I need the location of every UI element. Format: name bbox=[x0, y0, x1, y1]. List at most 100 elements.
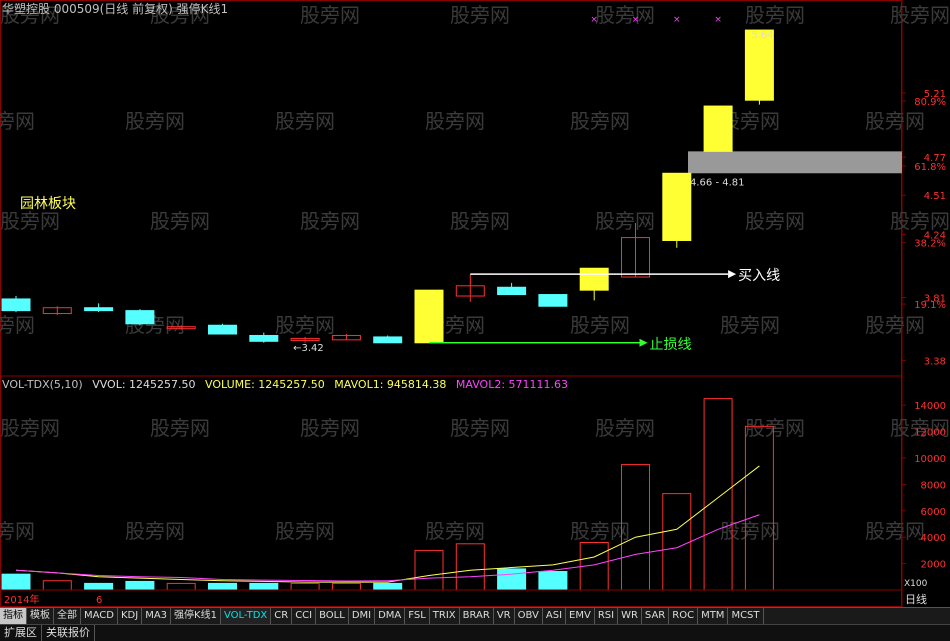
tab-rsi[interactable]: RSI bbox=[595, 608, 619, 624]
tab-ma3[interactable]: MA3 bbox=[142, 608, 172, 624]
tab-cci[interactable]: CCI bbox=[292, 608, 317, 624]
watermark-text: 股旁网 bbox=[425, 519, 485, 543]
watermark-text: 股旁网 bbox=[450, 3, 510, 27]
watermark-text: 股旁网 bbox=[125, 109, 185, 133]
mavol2-value: MAVOL2: 571111.63 bbox=[455, 378, 569, 391]
watermark-text: 股旁网 bbox=[150, 209, 210, 233]
volume-axis-label: 8000 bbox=[921, 480, 946, 491]
volume-axis-label: 14000 bbox=[914, 401, 946, 412]
tab-k-1[interactable]: 强停K线1 bbox=[171, 608, 221, 624]
year-label: 2014年 bbox=[4, 593, 39, 606]
expand-area-button[interactable]: 扩展区 bbox=[0, 625, 42, 641]
watermark-text: 股旁网 bbox=[865, 519, 925, 543]
tab-kdj[interactable]: KDJ bbox=[118, 608, 143, 624]
period-label[interactable]: 日线 bbox=[905, 591, 950, 606]
watermark-text: 股旁网 bbox=[0, 416, 60, 440]
tab-wr[interactable]: WR bbox=[618, 608, 642, 624]
watermark-text: 股旁网 bbox=[275, 313, 335, 337]
watermark-text: 股旁网 bbox=[300, 209, 360, 233]
watermark-text: 股旁网 bbox=[150, 416, 210, 440]
volume-bar bbox=[290, 582, 320, 591]
volume-bar bbox=[538, 571, 568, 591]
watermark-text: 股旁网 bbox=[0, 313, 35, 337]
tab-cr[interactable]: CR bbox=[271, 608, 293, 624]
watermark-text: 股旁网 bbox=[125, 519, 185, 543]
tab-mcst[interactable]: MCST bbox=[728, 608, 764, 624]
watermark-text: 股旁网 bbox=[450, 416, 510, 440]
volume-bar bbox=[1, 573, 31, 591]
watermark-text: 股旁网 bbox=[0, 109, 35, 133]
price-axis-label: 4.51 bbox=[924, 191, 946, 202]
volume-bar bbox=[166, 582, 196, 591]
chart-title: 华塑控股 000509(日线 前复权) 强停K线1 bbox=[2, 2, 229, 16]
watermark-text: 股旁网 bbox=[595, 209, 655, 233]
volume-bar bbox=[125, 580, 155, 591]
sector-label: 园林板块 bbox=[20, 196, 76, 212]
candle-body bbox=[703, 105, 733, 152]
watermark-text: 股旁网 bbox=[0, 209, 60, 233]
candle-body bbox=[1, 298, 31, 312]
candle-body bbox=[373, 336, 403, 344]
volume-bar bbox=[42, 580, 72, 591]
candle-body bbox=[84, 307, 114, 312]
candle-body bbox=[249, 334, 279, 342]
tab-macd[interactable]: MACD bbox=[81, 608, 118, 624]
related-quotes-button[interactable]: 关联报价 bbox=[42, 625, 95, 641]
price-axis-label: 19.1% bbox=[914, 300, 946, 311]
volume-axis-label: 2000 bbox=[921, 560, 946, 571]
volume-bar bbox=[414, 549, 444, 591]
buy-line-label: 买入线 bbox=[738, 268, 780, 284]
volume-bar bbox=[208, 582, 237, 591]
tab-obv[interactable]: OBV bbox=[515, 608, 543, 624]
month-label: 6 bbox=[96, 595, 102, 606]
watermark-text: 股旁网 bbox=[745, 3, 805, 27]
price-axis-label: 61.8% bbox=[914, 162, 946, 173]
tab-roc[interactable]: ROC bbox=[669, 608, 699, 624]
watermark-text: 股旁网 bbox=[275, 519, 335, 543]
bottom-bar: 扩展区 关联报价 bbox=[0, 624, 950, 641]
tab-brar[interactable]: BRAR bbox=[460, 608, 494, 624]
volume-indicator-header: VOL-TDX(5,10) VVOL: 1245257.50 VOLUME: 1… bbox=[2, 378, 574, 391]
tab-fsl[interactable]: FSL bbox=[405, 608, 430, 624]
tab-emv[interactable]: EMV bbox=[566, 608, 595, 624]
tab-vol-tdx[interactable]: VOL-TDX bbox=[220, 608, 272, 624]
tab-trix[interactable]: TRIX bbox=[430, 608, 460, 624]
watermark-text: 股旁网 bbox=[570, 109, 630, 133]
watermark-text: 股旁网 bbox=[890, 3, 950, 27]
tab-boll[interactable]: BOLL bbox=[316, 608, 349, 624]
price-axis-label: 3.38 bbox=[924, 356, 946, 367]
tab-dmi[interactable]: DMI bbox=[349, 608, 376, 624]
tab-mtm[interactable]: MTM bbox=[698, 608, 729, 624]
tab-sar[interactable]: SAR bbox=[642, 608, 670, 624]
volume-bar bbox=[373, 582, 403, 591]
volume-bar bbox=[331, 582, 361, 591]
volume-value: VOLUME: 1245257.50 bbox=[205, 378, 325, 391]
indicator-tab-bar: 指标 模板 全部 MACD KDJ MA3 强停K线1 VOL-TDX CR CCI BOLL DMI… bbox=[0, 607, 950, 624]
volume-bar bbox=[455, 543, 485, 591]
signal-mark: × bbox=[714, 15, 722, 25]
stop-loss-label: 止损线 bbox=[650, 337, 692, 353]
volume-bar bbox=[84, 582, 114, 591]
tab-dma[interactable]: DMA bbox=[375, 608, 406, 624]
tab-vr[interactable]: VR bbox=[494, 608, 515, 624]
resistance-zone bbox=[688, 151, 902, 174]
stock-chart[interactable]: 股旁网股旁网股旁网股旁网股旁网股旁网股旁网股旁网股旁网股旁网股旁网股旁网股旁网股… bbox=[0, 0, 950, 640]
watermark-text: 股旁网 bbox=[450, 209, 510, 233]
signal-mark: × bbox=[673, 15, 681, 25]
price-axis-label: 80.9% bbox=[914, 97, 946, 108]
volume-bar bbox=[249, 582, 279, 591]
tab-[interactable]: 模板 bbox=[27, 608, 54, 624]
candle-body bbox=[579, 267, 609, 291]
volume-unit: X100 bbox=[904, 579, 928, 589]
tab-[interactable]: 指标 bbox=[0, 608, 27, 624]
watermark-text: 股旁网 bbox=[300, 3, 360, 27]
mavol1-value: MAVOL1: 945814.38 bbox=[334, 378, 447, 391]
tab-[interactable]: 全部 bbox=[54, 608, 81, 624]
volume-axis-label: 10000 bbox=[914, 454, 946, 465]
watermark-text: 股旁网 bbox=[720, 313, 780, 337]
watermark-text: 股旁网 bbox=[275, 109, 335, 133]
watermark-text: 股旁网 bbox=[890, 209, 950, 233]
tab-asi[interactable]: ASI bbox=[543, 608, 567, 624]
volume-axis-label: 4000 bbox=[921, 533, 946, 544]
indicator-name: VOL-TDX(5,10) bbox=[2, 378, 83, 391]
